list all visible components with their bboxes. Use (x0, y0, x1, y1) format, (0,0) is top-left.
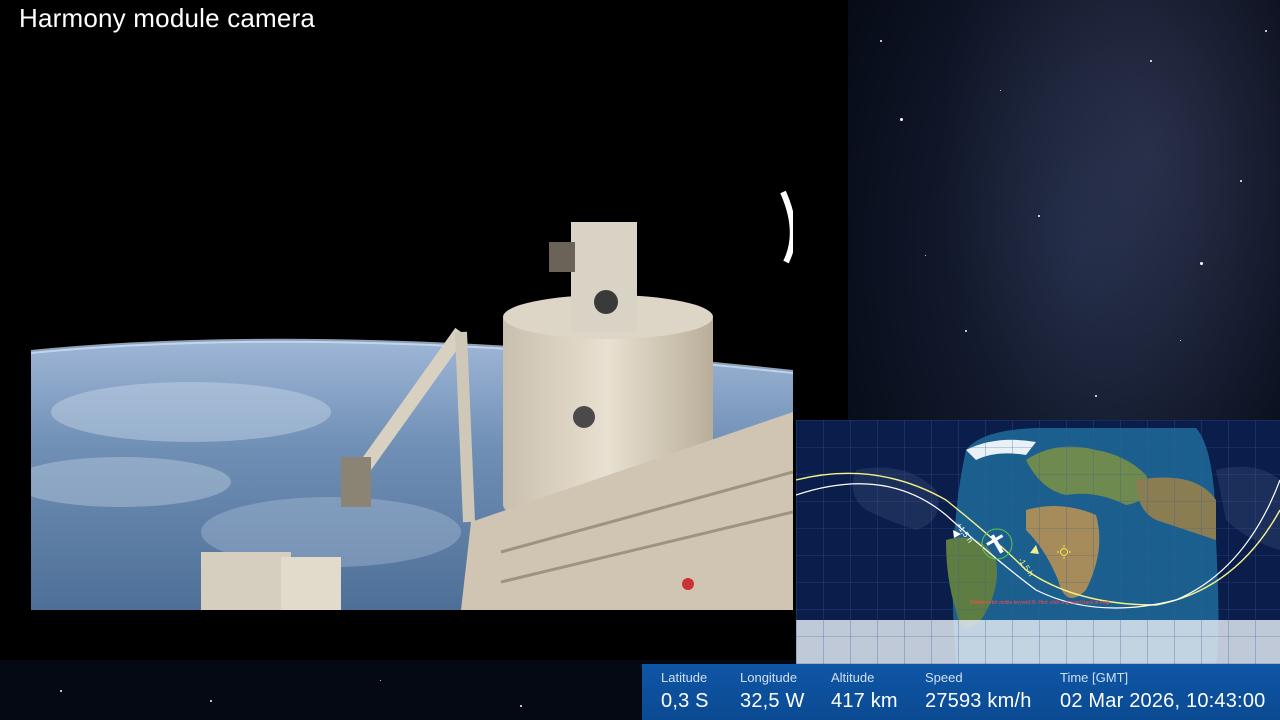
camera-panel (0, 0, 848, 660)
longitude-label: Longitude (740, 670, 798, 685)
speed-readout: Speed 27593 km/h (925, 670, 1032, 713)
camera-feed (31, 52, 793, 610)
altitude-value: 417 km (831, 690, 898, 712)
altitude-label: Altitude (831, 670, 875, 685)
star (520, 705, 522, 707)
star (925, 255, 926, 256)
latitude-readout: Latitude 0,3 S (661, 670, 709, 713)
star (965, 330, 967, 332)
star (60, 690, 62, 692)
star (380, 680, 381, 681)
altitude-readout: Altitude 417 km (831, 670, 898, 713)
star (880, 40, 882, 42)
time-label: Time [GMT] (1060, 670, 1129, 685)
star (1000, 90, 1001, 91)
camera-title: Harmony module camera (19, 3, 316, 33)
star (1265, 30, 1267, 32)
star (1038, 215, 1040, 217)
time-value: 02 Mar 2026, 10:43:00 (1060, 690, 1266, 712)
star (1150, 60, 1152, 62)
star (1095, 395, 1097, 397)
telemetry-bar: Latitude 0,3 S Longitude 32,5 W Altitude… (642, 664, 1280, 720)
star (1200, 262, 1203, 265)
star (1240, 180, 1242, 182)
map-footnote: Hidden orbit visible beyond III. Hint: c… (970, 600, 1110, 606)
camera-video-image (31, 52, 793, 610)
longitude-readout: Longitude 32,5 W (740, 670, 805, 713)
ground-track-map[interactable]: +1,5 h -1,5 h Hidden orbit visible beyon… (796, 420, 1280, 664)
star (900, 118, 903, 121)
star (210, 700, 212, 702)
speed-value: 27593 km/h (925, 690, 1032, 712)
star (1180, 340, 1181, 341)
world-map-image: +1,5 h -1,5 h (796, 420, 1280, 664)
speed-label: Speed (925, 670, 963, 685)
latitude-value: 0,3 S (661, 690, 709, 712)
time-readout: Time [GMT] 02 Mar 2026, 10:43:00 (1060, 670, 1265, 713)
latitude-label: Latitude (661, 670, 708, 685)
longitude-value: 32,5 W (740, 690, 805, 712)
